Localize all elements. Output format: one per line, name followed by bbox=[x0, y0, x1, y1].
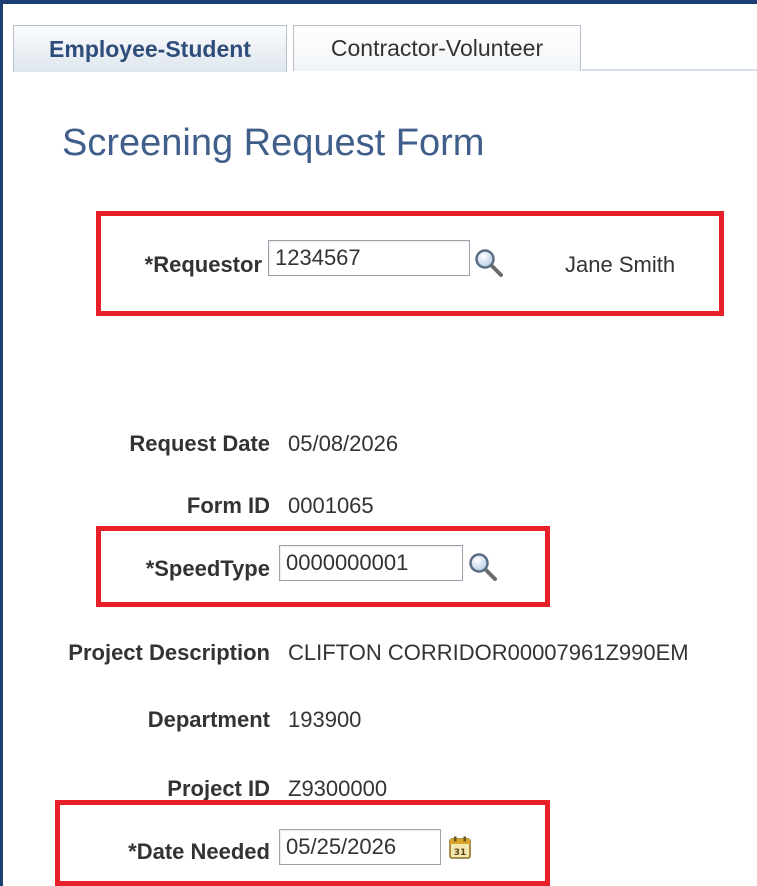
project-id-value: Z9300000 bbox=[288, 776, 388, 801]
requestor-name: Jane Smith bbox=[565, 252, 676, 277]
request-date-label: Request Date bbox=[129, 431, 270, 456]
requestor-label: *Requestor bbox=[144, 252, 262, 277]
department-value: 193900 bbox=[288, 707, 362, 732]
project-description-value: CLIFTON CORRIDOR00007961Z990EM bbox=[288, 640, 689, 665]
tabbar-divider bbox=[582, 69, 757, 71]
form-id-label: Form ID bbox=[186, 493, 270, 518]
date-needed-label: *Date Needed bbox=[128, 839, 270, 864]
tab-contractor-volunteer[interactable]: Contractor-Volunteer bbox=[293, 25, 581, 71]
department-label: Department bbox=[147, 707, 270, 732]
project-id-label: Project ID bbox=[167, 776, 270, 801]
window-top-border bbox=[0, 0, 757, 4]
form-id-value: 0001065 bbox=[288, 493, 374, 518]
request-date-value: 05/08/2026 bbox=[288, 431, 399, 456]
calendar-icon[interactable]: 31 bbox=[447, 835, 473, 866]
tab-employee-student[interactable]: Employee-Student bbox=[13, 25, 287, 72]
svg-text:31: 31 bbox=[454, 848, 467, 858]
page-title: Screening Request Form bbox=[62, 122, 485, 164]
window-left-border bbox=[0, 0, 3, 886]
project-description-label: Project Description bbox=[68, 640, 270, 665]
requestor-input[interactable] bbox=[268, 240, 470, 276]
speedtype-label: *SpeedType bbox=[145, 556, 270, 581]
requestor-lookup-icon[interactable] bbox=[474, 248, 504, 283]
speedtype-lookup-icon[interactable] bbox=[468, 552, 498, 587]
speedtype-input[interactable] bbox=[279, 545, 463, 581]
date-needed-input[interactable] bbox=[279, 829, 441, 865]
